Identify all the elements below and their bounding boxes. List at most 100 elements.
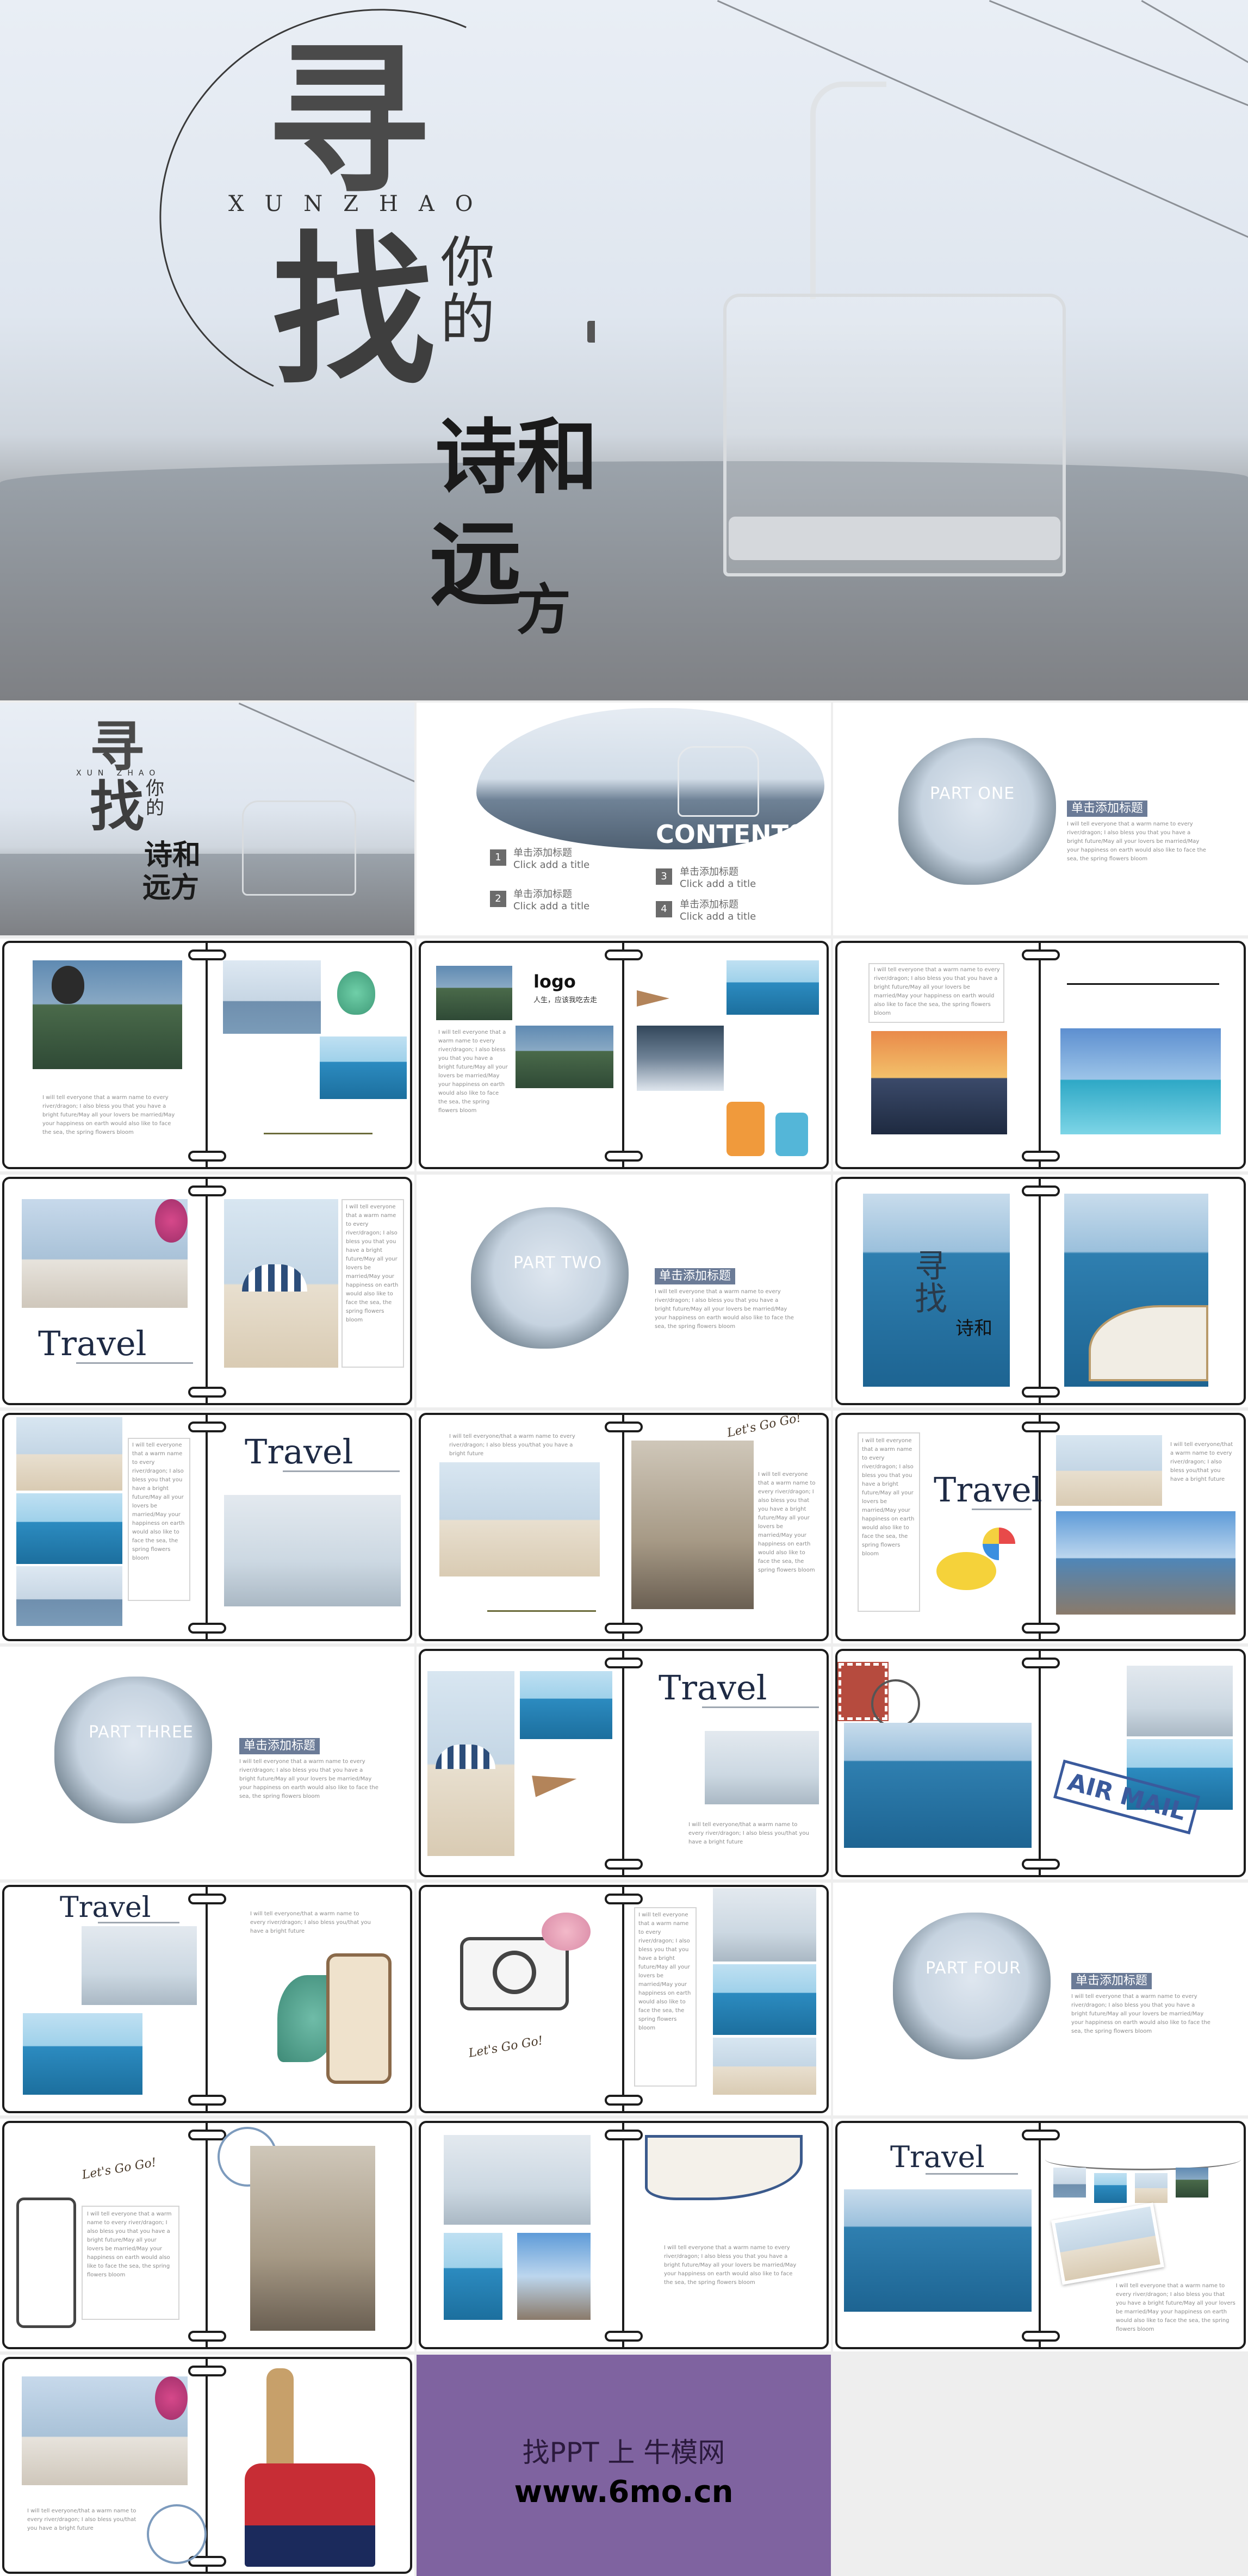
- book-ring: [1021, 1185, 1060, 1196]
- shore-photo-1: [16, 1417, 122, 1491]
- book-slide-6[interactable]: I will tell everyone that a warm name to…: [0, 1411, 414, 1643]
- part-one-slide[interactable]: PART ONE 单击添加标题 I will tell everyone tha…: [833, 703, 1248, 935]
- page-text: I will tell everyone/that a warm name to…: [1170, 1442, 1233, 1482]
- train-photo: [516, 1026, 613, 1088]
- contents-item-2[interactable]: 单击添加标题 Click add a title: [513, 889, 589, 913]
- big-ben-icon: [266, 2368, 294, 2477]
- book-slide-14[interactable]: I will tell everyone that a warm name to…: [417, 2119, 831, 2351]
- page-text: I will tell everyone that a warm name to…: [664, 2245, 797, 2286]
- book-ring: [188, 1387, 226, 1398]
- book-spine: [1039, 1177, 1041, 1405]
- book-ring: [605, 2331, 643, 2342]
- sea-photo: [713, 1964, 816, 2035]
- book-slide-4[interactable]: Travel I will tell everyone that a warm …: [0, 1175, 414, 1407]
- book-slide-13[interactable]: Let's Go Go! I will tell everyone that a…: [0, 2119, 414, 2351]
- book-slide-8[interactable]: I will tell everyone that a warm name to…: [833, 1411, 1248, 1643]
- book-slide-12[interactable]: Let's Go Go! I will tell everyone that a…: [417, 1883, 831, 2115]
- divider-line: [98, 1922, 179, 1923]
- contents-num-3: 3: [656, 868, 672, 885]
- cover-subtitle-yuan: 远: [430, 510, 523, 619]
- coast-photo: [320, 1036, 407, 1099]
- book-ring: [188, 949, 226, 960]
- balloon-icon: [337, 971, 375, 1015]
- contents-item-cn: 单击添加标题: [513, 889, 572, 900]
- page-text: I will tell everyone that a warm name to…: [438, 1029, 508, 1114]
- book-slide-5[interactable]: 寻 找 诗和: [833, 1175, 1248, 1407]
- book-ring: [1021, 1658, 1060, 1668]
- chairlift-arm: [810, 82, 886, 299]
- promo-slide[interactable]: 找PPT 上 牛模网 www.6mo.cn: [417, 2355, 831, 2576]
- book-spine: [1039, 941, 1041, 1169]
- book-slide-3[interactable]: I will tell everyone that a warm name to…: [833, 939, 1248, 1171]
- shore-photo-3: [16, 1566, 122, 1626]
- thumb-cover-slide[interactable]: 寻 XUN ZHAO 找 你的 诗和 远方: [0, 703, 414, 935]
- contents-item-1[interactable]: 单击添加标题 Click add a title: [513, 847, 589, 871]
- book-ring: [188, 1894, 226, 1904]
- book-slide-9[interactable]: Travel I will tell everyone/that a warm …: [417, 1647, 831, 1879]
- beach-ball-icon: [983, 1528, 1015, 1560]
- person-photo: [517, 2233, 591, 2320]
- promo-line-2[interactable]: www.6mo.cn: [417, 2474, 831, 2510]
- book-slide-7[interactable]: I will tell everyone/that a warm name to…: [417, 1411, 831, 1643]
- book-ring: [188, 1185, 226, 1196]
- book-slide-10[interactable]: AIR MAIL: [833, 1647, 1248, 1879]
- book-slide-16[interactable]: I will tell everyone/that a warm name to…: [0, 2355, 414, 2576]
- horizon-photo: [713, 1888, 816, 1962]
- book-slide-11[interactable]: Travel I will tell everyone/that a warm …: [0, 1883, 414, 2115]
- part-four-slide[interactable]: PART FOUR 单击添加标题 I will tell everyone th…: [833, 1883, 1248, 2115]
- sea-photo-1: [1127, 1666, 1233, 1736]
- cloud-photo: [637, 1026, 724, 1091]
- book-ring: [188, 2095, 226, 2106]
- mini-char-zhao: 找: [915, 1280, 947, 1318]
- page-text: I will tell everyone/that a warm name to…: [449, 1433, 575, 1457]
- book-ring: [605, 949, 643, 960]
- speaker-icon: [587, 321, 609, 343]
- postmark-icon: [871, 1679, 920, 1728]
- book-ring: [1021, 1859, 1060, 1870]
- part-two-slide[interactable]: PART TWO 单击添加标题 I will tell everyone tha…: [417, 1175, 831, 1407]
- book-slide-2[interactable]: logo 人生，应该我吃去走 I will tell everyone that…: [417, 939, 831, 1171]
- page-text: I will tell everyone/that a warm name to…: [250, 1911, 371, 1934]
- part-label: PART ONE: [930, 784, 1015, 803]
- rock-beach-photo: [1056, 1435, 1162, 1506]
- book-spine: [1039, 1649, 1041, 1877]
- book-ring: [188, 2331, 226, 2342]
- contents-item-3[interactable]: 单击添加标题 Click add a title: [680, 866, 756, 890]
- book-spine: [206, 1885, 208, 2113]
- book-spine: [622, 1413, 624, 1641]
- book-spine: [1039, 1413, 1041, 1641]
- luggage-icon: [727, 1102, 765, 1156]
- cover-slide[interactable]: 寻 XUNZHAO 找 你的 诗和 远 方: [0, 0, 1248, 700]
- sunset-photo: [871, 1031, 1007, 1134]
- page-text: I will tell everyone/that a warm name to…: [688, 1822, 809, 1845]
- beach-photo: [439, 1462, 600, 1576]
- cable-line: [989, 0, 1248, 145]
- cover-char-zhao: 找: [272, 215, 435, 407]
- horizon-photo: [224, 1495, 401, 1606]
- book-slide-1[interactable]: I will tell everyone that a warm name to…: [0, 939, 414, 1171]
- thumb-subtitle-2: 远方: [142, 871, 200, 904]
- luggage-icon: [775, 1113, 808, 1156]
- divider-line: [972, 1509, 1032, 1510]
- part-tag: 单击添加标题: [239, 1738, 320, 1754]
- part-three-slide[interactable]: PART THREE 单击添加标题 I will tell everyone t…: [0, 1647, 414, 1879]
- pier-photo: [1060, 1028, 1221, 1134]
- contents-item-en: Click add a title: [513, 859, 590, 871]
- rock-beach-photo: [713, 2038, 816, 2095]
- contents-slide[interactable]: CONTENTS 1 单击添加标题 Click add a title 2 单击添…: [417, 703, 831, 935]
- horizon-photo: [444, 2135, 591, 2225]
- suitcase-sketch-icon: [16, 2198, 76, 2328]
- book-ring: [188, 1151, 226, 1162]
- part-photo-splash: [54, 1677, 212, 1823]
- duck-float-icon: [936, 1552, 996, 1590]
- book-slide-15[interactable]: Travel I will tell everyone that a warm …: [833, 2119, 1248, 2351]
- flower-icon: [155, 2376, 188, 2420]
- book-ring: [1021, 2331, 1060, 2342]
- divider-line: [283, 1470, 400, 1472]
- page-text: I will tell everyone that a warm name to…: [42, 1095, 175, 1135]
- cable-line: [1141, 0, 1248, 83]
- book-ring: [605, 1422, 643, 1432]
- beach-coast-photo: [520, 1671, 612, 1739]
- contents-item-4[interactable]: 单击添加标题 Click add a title: [680, 899, 756, 923]
- divider-line: [926, 2173, 1018, 2175]
